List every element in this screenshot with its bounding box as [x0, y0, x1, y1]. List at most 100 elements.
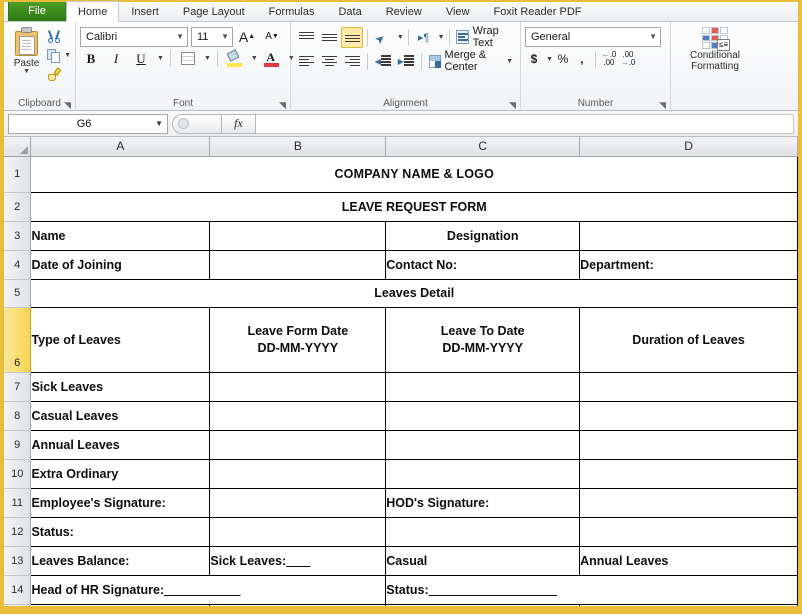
format-painter-button[interactable]	[45, 66, 71, 83]
cell-c13[interactable]: Casual	[385, 546, 581, 576]
cell-d11[interactable]	[579, 488, 798, 518]
cell-a3[interactable]: Name	[30, 221, 211, 251]
cell-b10[interactable]	[209, 459, 387, 489]
column-header-b[interactable]: B	[209, 137, 387, 157]
underline-chevron-down-icon[interactable]: ▼	[157, 55, 164, 62]
percent-style-button[interactable]: %	[554, 49, 572, 69]
row-header-12[interactable]: 12	[4, 517, 32, 547]
cell-d13[interactable]: Annual Leaves	[579, 546, 798, 576]
cell-d3[interactable]	[579, 221, 798, 251]
formula-collapse-button[interactable]	[172, 113, 222, 134]
cell-d7[interactable]	[579, 372, 798, 402]
borders-chevron-down-icon[interactable]: ▼	[204, 55, 211, 62]
cell-d12[interactable]	[579, 517, 798, 547]
cell-b7[interactable]	[209, 372, 387, 402]
row-header-3[interactable]: 3	[4, 221, 32, 251]
align-center-button[interactable]	[318, 51, 340, 72]
row-header-4[interactable]: 4	[4, 250, 32, 280]
row-header-10[interactable]: 10	[4, 459, 32, 489]
font-dialog-launcher-icon[interactable]: ◥	[279, 101, 288, 110]
cell-d8[interactable]	[579, 401, 798, 431]
underline-button[interactable]: U	[130, 48, 152, 69]
insert-function-icon[interactable]: fx	[222, 113, 256, 134]
borders-button[interactable]	[177, 48, 199, 69]
paste-chevron-down-icon[interactable]: ▼	[23, 68, 30, 75]
font-size-combo[interactable]: 11 ▼	[191, 26, 233, 47]
cell-b8[interactable]	[209, 401, 387, 431]
copy-button[interactable]: ▼	[45, 47, 71, 64]
tab-home[interactable]: Home	[66, 1, 120, 22]
cell-c7[interactable]	[385, 372, 581, 402]
cell-a6[interactable]: Type of Leaves	[30, 307, 211, 373]
decrease-indent-button[interactable]: ◀	[372, 51, 394, 72]
cell-c12[interactable]	[385, 517, 581, 547]
cell-a12[interactable]: Status:	[30, 517, 211, 547]
select-all-corner[interactable]	[4, 137, 32, 157]
merge-and-center-button[interactable]: Merge & Center ▼	[426, 49, 516, 73]
decrease-decimal-button[interactable]: .00 →.0	[619, 49, 637, 69]
tab-review[interactable]: Review	[374, 1, 434, 21]
font-name-chevron-down-icon[interactable]: ▼	[176, 32, 184, 41]
row-header-6[interactable]: 6	[4, 307, 32, 373]
name-box-chevron-down-icon[interactable]: ▼	[155, 119, 163, 128]
font-name-combo[interactable]: Calibri ▼	[80, 26, 188, 47]
cell-a5[interactable]: Leaves Detail	[30, 279, 798, 308]
tab-data[interactable]: Data	[326, 1, 373, 21]
grow-font-button[interactable]: A ▲	[236, 26, 258, 47]
paste-button[interactable]: Paste ▼	[8, 25, 45, 75]
cell-a1[interactable]: COMPANY NAME & LOGO	[30, 156, 798, 193]
cell-b11[interactable]	[209, 488, 387, 518]
file-tab[interactable]: File	[8, 0, 66, 21]
cell-a10[interactable]: Extra Ordinary	[30, 459, 211, 489]
cell-c11[interactable]: HOD's Signature:	[385, 488, 581, 518]
row-header-14[interactable]: 14	[4, 575, 32, 605]
row-header-9[interactable]: 9	[4, 430, 32, 460]
align-middle-button[interactable]	[318, 27, 340, 48]
cell-c10[interactable]	[385, 459, 581, 489]
cell-d9[interactable]	[579, 430, 798, 460]
row-header-8[interactable]: 8	[4, 401, 32, 431]
cell-a9[interactable]: Annual Leaves	[30, 430, 211, 460]
number-format-chevron-down-icon[interactable]: ▼	[649, 32, 657, 41]
cell-c3[interactable]: Designation	[385, 221, 581, 251]
tab-page-layout[interactable]: Page Layout	[171, 1, 257, 21]
cell-c4[interactable]: Contact No:	[385, 250, 581, 280]
align-left-button[interactable]	[295, 51, 317, 72]
row-header-1[interactable]: 1	[4, 156, 32, 193]
cell-d10[interactable]	[579, 459, 798, 489]
italic-button[interactable]: I	[105, 48, 127, 69]
cell-a4[interactable]: Date of Joining	[30, 250, 211, 280]
number-dialog-launcher-icon[interactable]: ◥	[659, 101, 668, 110]
orientation-button[interactable]: ➤	[372, 27, 394, 48]
column-header-c[interactable]: C	[385, 137, 581, 157]
name-box[interactable]: G6 ▼	[8, 113, 168, 134]
cell-a13[interactable]: Leaves Balance:	[30, 546, 211, 576]
accounting-chevron-down-icon[interactable]: ▼	[546, 56, 553, 63]
comma-style-button[interactable]: ,	[573, 49, 591, 69]
font-color-button[interactable]: A	[261, 48, 283, 69]
number-format-combo[interactable]: General ▼	[525, 26, 661, 47]
row-header-11[interactable]: 11	[4, 488, 32, 518]
cell-b6[interactable]: Leave Form Date DD-MM-YYYY	[209, 307, 387, 373]
cell-c6[interactable]: Leave To Date DD-MM-YYYY	[385, 307, 581, 373]
cell-a2[interactable]: LEAVE REQUEST FORM	[30, 192, 798, 222]
cell-c14[interactable]: Status:	[385, 575, 798, 605]
cell-b4[interactable]	[209, 250, 387, 280]
text-direction-chevron-down-icon[interactable]: ▼	[438, 34, 445, 41]
cell-a14[interactable]: Head of HR Signature:	[30, 575, 387, 605]
fill-color-button[interactable]	[224, 48, 246, 69]
merge-chevron-down-icon[interactable]: ▼	[506, 58, 513, 65]
tab-formulas[interactable]: Formulas	[257, 1, 327, 21]
alignment-dialog-launcher-icon[interactable]: ◥	[509, 101, 518, 110]
cell-a11[interactable]: Employee's Signature:	[30, 488, 211, 518]
cut-button[interactable]	[45, 28, 71, 45]
wrap-text-button[interactable]: Wrap Text	[453, 25, 516, 49]
cell-b13[interactable]: Sick Leaves:	[209, 546, 387, 576]
cell-c9[interactable]	[385, 430, 581, 460]
tab-foxit-reader-pdf[interactable]: Foxit Reader PDF	[481, 1, 593, 21]
cell-b12[interactable]	[209, 517, 387, 547]
cell-a7[interactable]: Sick Leaves	[30, 372, 211, 402]
align-top-button[interactable]	[295, 27, 317, 48]
tab-insert[interactable]: Insert	[119, 1, 171, 21]
cell-d6[interactable]: Duration of Leaves	[579, 307, 798, 373]
